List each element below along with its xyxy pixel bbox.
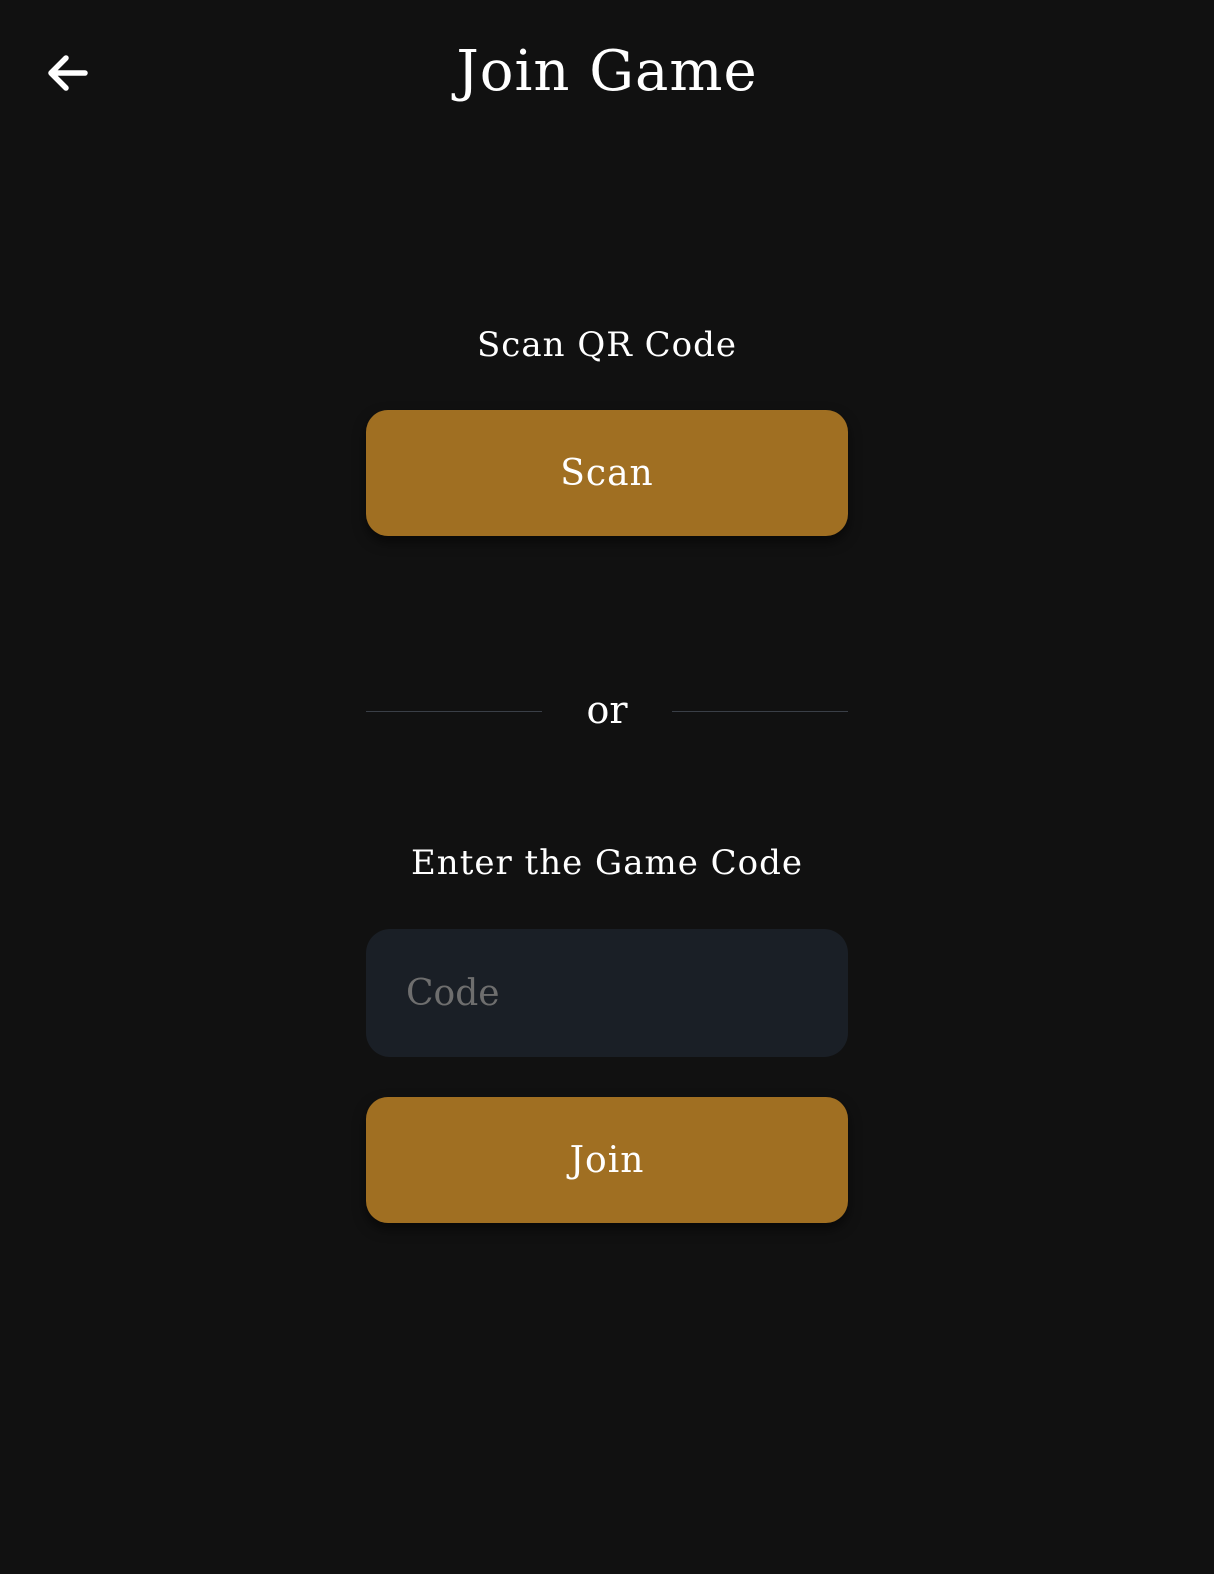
join-button[interactable]: Join <box>366 1097 848 1223</box>
page-title: Join Game <box>456 39 758 104</box>
game-code-label: Enter the Game Code <box>410 843 804 883</box>
divider-line-left <box>366 711 542 712</box>
game-code-input[interactable] <box>366 929 848 1057</box>
scan-button[interactable]: Scan <box>366 410 848 536</box>
divider-or-text: or <box>586 688 628 732</box>
app-header: Join Game <box>0 0 1214 145</box>
divider-line-right <box>672 711 848 712</box>
scan-qr-label: Scan QR Code <box>477 325 737 365</box>
